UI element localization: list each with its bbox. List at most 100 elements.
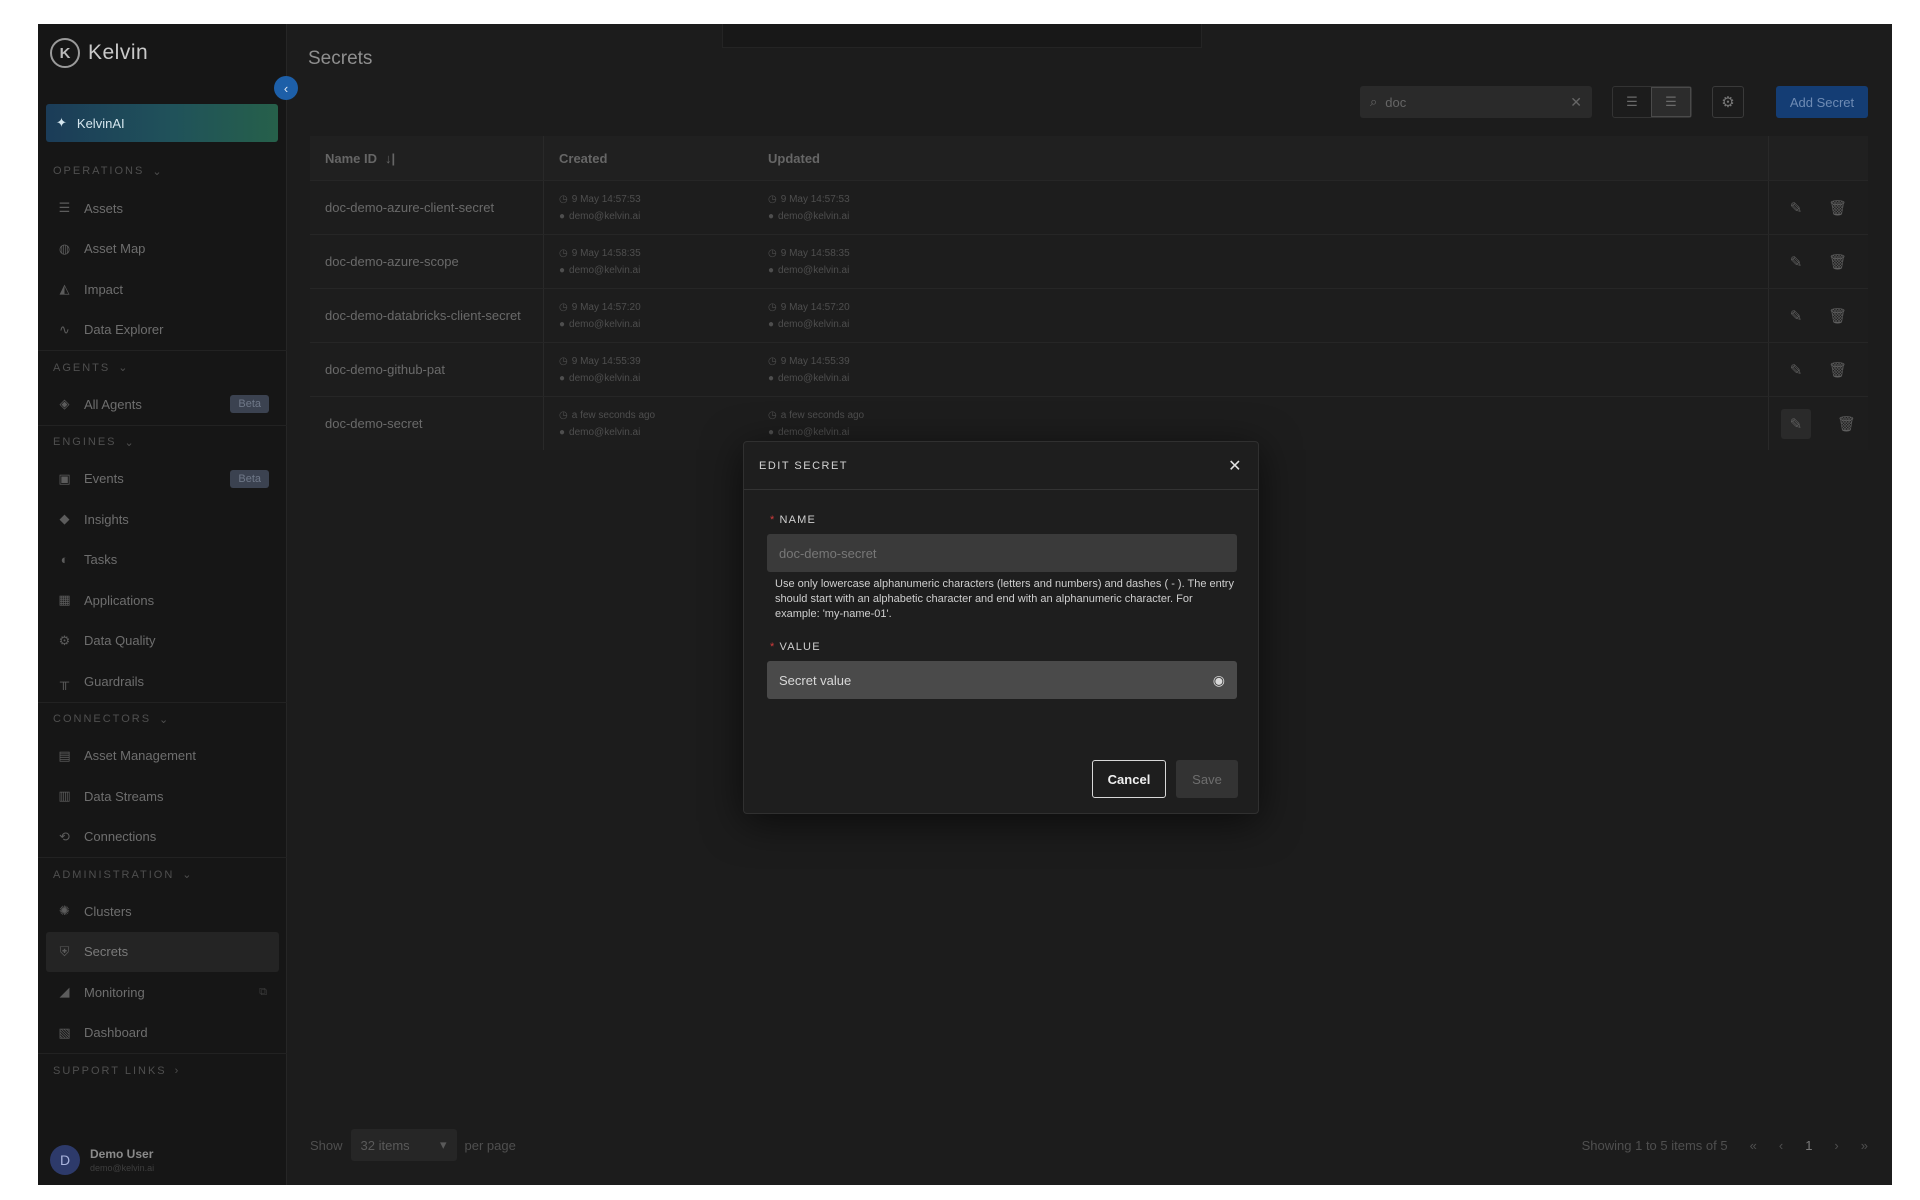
table-body: doc-demo-azure-client-secret ◷ 9 May 14:5…: [310, 180, 1868, 450]
clock-icon: ◷: [559, 193, 568, 205]
items-per-page-select[interactable]: 32 items ▾: [350, 1129, 457, 1161]
sidebar-item-assets[interactable]: ☰ Assets: [38, 188, 287, 229]
sidebar-item-asset-management[interactable]: ▤ Asset Management: [38, 736, 287, 777]
next-page-icon[interactable]: ›: [1834, 1138, 1838, 1153]
header-name[interactable]: Name ID ↓|: [310, 136, 544, 180]
created-cell: ◷ 9 May 14:58:35 ● demo@kelvin.ai: [544, 235, 756, 288]
stack-icon: ☰: [58, 200, 71, 216]
tag-icon: ◆: [59, 511, 70, 527]
edit-icon[interactable]: ✎: [1790, 361, 1803, 379]
user-icon: ●: [768, 426, 775, 438]
sidebar-item-applications[interactable]: ▦ Applications: [38, 580, 287, 621]
secret-name: doc-demo-azure-scope: [325, 254, 459, 269]
delete-icon[interactable]: 🗑: [1828, 307, 1847, 325]
app-window: K Kelvin ✦ KelvinAI OPERATIONS ⌄ ☰ Assets ◍ A…: [38, 24, 1892, 1185]
eye-icon[interactable]: ◉: [1213, 672, 1225, 689]
sidebar-item-data-streams[interactable]: ▥ Data Streams: [38, 776, 287, 817]
density-toggle: ☰ ☰: [1612, 86, 1692, 118]
table-row[interactable]: doc-demo-github-pat ◷ 9 May 14:55:39 ● dem…: [310, 342, 1868, 396]
sidebar: K Kelvin ✦ KelvinAI OPERATIONS ⌄ ☰ Assets ◍ A…: [38, 24, 287, 1185]
created-time-text: 9 May 14:55:39: [571, 355, 641, 367]
sidebar-item-data-explorer[interactable]: ∿ Data Explorer: [38, 310, 287, 351]
search-input[interactable]: ⌕ doc ✕: [1360, 86, 1592, 118]
sidebar-item-insights[interactable]: ◆ Insights: [38, 499, 287, 540]
table-settings-button[interactable]: ⚙: [1712, 86, 1744, 118]
sidebar-item-events[interactable]: ▣ Events Beta: [38, 459, 287, 500]
sidebar-item-guardrails[interactable]: ╥ Guardrails: [38, 661, 287, 702]
delete-icon[interactable]: 🗑: [1828, 253, 1847, 271]
sidebar-nav: OPERATIONS ⌄ ☰ Assets ◍ Asset Map ◭ Impact ∿ Data…: [38, 154, 287, 1087]
prev-page-icon[interactable]: ‹: [1779, 1138, 1783, 1153]
page-number[interactable]: 1: [1805, 1138, 1812, 1153]
section-engines[interactable]: ENGINES ⌄: [38, 424, 287, 459]
edit-icon[interactable]: ✎: [1790, 307, 1803, 325]
sidebar-item-connections[interactable]: ⟲ Connections: [38, 817, 287, 858]
save-button[interactable]: Save: [1176, 760, 1238, 798]
pulse-icon: ∿: [59, 321, 70, 337]
secret-name: doc-demo-github-pat: [325, 362, 445, 377]
clear-search-icon[interactable]: ✕: [1570, 94, 1582, 111]
section-connectors[interactable]: CONNECTORS ⌄: [38, 701, 287, 736]
compact-view-button[interactable]: ☰: [1613, 87, 1651, 117]
compass-icon: ◈: [59, 396, 70, 412]
clock-icon: ◷: [559, 301, 568, 313]
kelvin-logo[interactable]: K Kelvin: [50, 38, 148, 68]
table-row[interactable]: doc-demo-azure-client-secret ◷ 9 May 14:5…: [310, 180, 1868, 234]
created-by: ● demo@kelvin.ai: [559, 370, 756, 387]
chevron-right-icon: ›: [174, 1064, 181, 1077]
updated-cell: ◷ 9 May 14:57:20 ● demo@kelvin.ai: [756, 289, 1768, 342]
sidebar-item-dashboard[interactable]: ▧ Dashboard: [38, 1013, 287, 1054]
delete-icon[interactable]: 🗑: [1828, 199, 1847, 217]
sidebar-item-clusters[interactable]: ✺ Clusters: [38, 891, 287, 932]
name-field-value: doc-demo-secret: [779, 545, 877, 561]
user-profile[interactable]: D Demo User demo@kelvin.ai: [50, 1145, 154, 1175]
edit-icon[interactable]: ✎: [1780, 408, 1811, 439]
updated-by-text: demo@kelvin.ai: [778, 210, 850, 222]
secret-value-input[interactable]: Secret value ◉: [767, 661, 1237, 699]
table-row[interactable]: doc-demo-databricks-client-secret ◷ 9 May…: [310, 288, 1868, 342]
table-row[interactable]: doc-demo-azure-scope ◷ 9 May 14:58:35 ● de…: [310, 234, 1868, 288]
name-field: doc-demo-secret: [767, 534, 1237, 572]
edit-secret-dialog: EDIT SECRET ✕ * NAME doc-demo-secret Use …: [743, 441, 1259, 814]
chart-area-icon: ◭: [59, 281, 70, 297]
dialog-header: EDIT SECRET ✕: [744, 442, 1258, 490]
kelvinai-label: KelvinAI: [76, 115, 125, 131]
sidebar-item-data-quality[interactable]: ⚙ Data Quality: [38, 621, 287, 662]
page-title: Secrets: [308, 48, 373, 69]
delete-icon[interactable]: 🗑: [1837, 415, 1856, 433]
first-page-icon[interactable]: «: [1750, 1138, 1757, 1153]
created-time-text: 9 May 14:58:35: [571, 247, 641, 259]
updated-by-text: demo@kelvin.ai: [778, 426, 850, 438]
sidebar-item-impact[interactable]: ◭ Impact: [38, 269, 287, 310]
sidebar-item-tasks[interactable]: ◐ Tasks: [38, 540, 287, 581]
section-agents[interactable]: AGENTS ⌄: [38, 350, 287, 384]
created-time-text: a few seconds ago: [571, 409, 656, 421]
comfortable-view-button[interactable]: ☰: [1651, 87, 1691, 117]
updated-time-text: a few seconds ago: [780, 409, 865, 421]
delete-icon[interactable]: 🗑: [1828, 361, 1847, 379]
section-operations[interactable]: OPERATIONS ⌄: [38, 154, 287, 188]
created-by-text: demo@kelvin.ai: [569, 426, 641, 438]
header-created[interactable]: Created: [544, 136, 756, 180]
sidebar-item-label: Dashboard: [84, 1025, 148, 1041]
show-label: Show: [310, 1137, 343, 1153]
section-support-links[interactable]: SUPPORT LINKS ›: [38, 1053, 287, 1087]
add-secret-button[interactable]: Add Secret: [1776, 86, 1868, 118]
section-administration[interactable]: ADMINISTRATION ⌄: [38, 857, 287, 891]
sidebar-item-secrets[interactable]: ⛨ Secrets: [46, 931, 279, 972]
kelvinai-button[interactable]: ✦ KelvinAI: [46, 104, 278, 142]
close-icon[interactable]: ✕: [1228, 456, 1243, 476]
cancel-button[interactable]: Cancel: [1092, 760, 1166, 798]
section-label: ENGINES: [53, 436, 117, 448]
last-page-icon[interactable]: »: [1861, 1138, 1868, 1153]
section-label: CONNECTORS: [53, 713, 152, 725]
chevron-down-icon: ⌄: [118, 362, 130, 374]
collapse-sidebar-button[interactable]: ‹: [274, 76, 298, 100]
edit-icon[interactable]: ✎: [1790, 253, 1803, 271]
header-updated[interactable]: Updated: [756, 136, 1768, 180]
sidebar-item-all-agents[interactable]: ◈ All Agents Beta: [38, 384, 287, 425]
sidebar-item-asset-map[interactable]: ◍ Asset Map: [38, 229, 287, 270]
cluster-icon: ✺: [59, 903, 70, 919]
sidebar-item-monitoring[interactable]: ◢ Monitoring ⧉: [38, 972, 287, 1013]
edit-icon[interactable]: ✎: [1790, 199, 1803, 217]
